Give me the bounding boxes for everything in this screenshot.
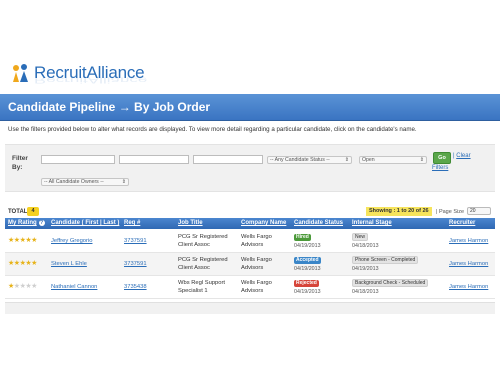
status-date: 04/19/2013	[294, 243, 321, 249]
clear-filters-link[interactable]: | Clear	[453, 153, 471, 159]
star-rating[interactable]: ★★★★★	[8, 237, 37, 245]
status-badge: Accepted	[294, 257, 321, 264]
page-size-label: | Page Size	[436, 209, 465, 215]
company-line2: Advisors	[241, 265, 264, 271]
table-row: ★★★★★ Jeffrey Gregorio 3737591 PCG Sr Regis…	[5, 230, 495, 253]
column-header-req[interactable]: Req #	[124, 220, 140, 226]
go-button[interactable]: Go	[433, 152, 451, 164]
company-line2: Advisors	[241, 242, 264, 248]
recruiter-link[interactable]: James Harmon	[449, 237, 488, 245]
table-row: ★★★★★ Steven L Ehle 3737591 PCG Sr Register…	[5, 253, 495, 276]
candidate-status: Accepted	[294, 256, 321, 264]
showing-range: Showing : 1 to 20 of 26	[366, 207, 432, 216]
candidate-owners-select[interactable]: -- All Candidate Owners -- ⇕	[41, 178, 129, 186]
candidate-status: Hired	[294, 233, 311, 241]
req-number-link[interactable]: 3735438	[124, 283, 147, 291]
job-title-line2: Client Assoc	[178, 242, 210, 248]
open-status-select[interactable]: Open ⇕	[359, 156, 427, 164]
help-icon[interactable]: ?	[38, 220, 45, 226]
candidate-name-link[interactable]: Nathaniel Cannon	[51, 283, 97, 291]
total-count-badge: 4	[27, 207, 39, 216]
company-line1: Wells Fargo	[241, 257, 272, 263]
stage-badge: New	[352, 233, 369, 241]
column-header-stage[interactable]: Internal Stage	[352, 220, 392, 226]
stage-date: 04/19/2013	[352, 266, 379, 272]
candidate-status: Rejected	[294, 279, 319, 287]
rating-star-icon[interactable]: ★	[31, 283, 37, 290]
table-row: ★★★★★ Nathaniel Cannon 3735438 Wbs Regl Sup…	[5, 276, 495, 299]
status-badge: Rejected	[294, 280, 319, 287]
recruiter-link[interactable]: James Harmon	[449, 260, 488, 268]
stage-date: 04/18/2013	[352, 243, 379, 249]
column-header-company[interactable]: Company Name	[241, 220, 286, 226]
logo-reflection: RecruitAlliance	[34, 75, 148, 86]
filter-label: Filter By:	[12, 155, 28, 171]
table-header: My Rating? Candidate ( First | Last ) Re…	[5, 218, 495, 229]
job-title-line1: PCG Sr Registered	[178, 234, 228, 240]
job-title-line1: Wbs Regl Support	[178, 280, 226, 286]
column-header-recruiter[interactable]: Recruiter	[449, 220, 475, 226]
filter-input-1[interactable]	[41, 155, 115, 164]
status-badge: Hired	[294, 234, 311, 241]
page-size-select[interactable]: 20	[467, 207, 491, 215]
candidate-status-select[interactable]: -- Any Candidate Status -- ⇕	[267, 156, 352, 164]
column-header-status[interactable]: Candidate Status	[294, 220, 343, 226]
req-number-link[interactable]: 3737591	[124, 260, 147, 268]
column-header-job-title[interactable]: Job Title	[178, 220, 203, 226]
select-arrow-icon: ⇕	[344, 157, 349, 163]
logo-mark-icon	[10, 62, 32, 84]
req-number-link[interactable]: 3737591	[124, 237, 147, 245]
rating-star-icon[interactable]: ★	[31, 260, 37, 267]
page-title: Candidate Pipeline → By Job Order	[8, 100, 211, 114]
select-arrow-icon: ⇕	[121, 179, 126, 185]
recruiter-link[interactable]: James Harmon	[449, 283, 488, 291]
status-date: 04/19/2013	[294, 289, 321, 295]
internal-stage: New	[352, 233, 369, 241]
filters-link[interactable]: Filters	[432, 165, 448, 171]
page-header: Candidate Pipeline → By Job Order	[0, 94, 500, 121]
filter-input-2[interactable]	[119, 155, 189, 164]
internal-stage: Background Check - Scheduled	[352, 279, 429, 287]
instructions-text: Use the filters provided below to alter …	[8, 126, 417, 133]
rating-star-icon[interactable]: ★	[31, 237, 37, 244]
job-title-line2: Client Assoc	[178, 265, 210, 271]
candidate-name-link[interactable]: Jeffrey Gregorio	[51, 237, 92, 245]
candidate-name-link[interactable]: Steven L Ehle	[51, 260, 87, 268]
column-header-rating[interactable]: My Rating?	[8, 220, 45, 226]
company-line1: Wells Fargo	[241, 280, 272, 286]
filter-panel: Filter By: -- Any Candidate Status -- ⇕ …	[5, 144, 495, 192]
job-title-line1: PCG Sr Registered	[178, 257, 228, 263]
internal-stage: Phone Screen - Completed	[352, 256, 419, 264]
job-title-line2: Specialist 1	[178, 288, 208, 294]
star-rating[interactable]: ★★★★★	[8, 283, 37, 291]
column-header-candidate[interactable]: Candidate ( First | Last )	[51, 220, 119, 226]
company-line2: Advisors	[241, 288, 264, 294]
company-line1: Wells Fargo	[241, 234, 272, 240]
stage-badge: Background Check - Scheduled	[352, 279, 429, 287]
status-date: 04/19/2013	[294, 266, 321, 272]
filter-input-3[interactable]	[193, 155, 263, 164]
select-arrow-icon: ⇕	[419, 157, 424, 163]
stage-badge: Phone Screen - Completed	[352, 256, 419, 264]
table-footer	[5, 302, 495, 314]
stage-date: 04/18/2013	[352, 289, 379, 295]
star-rating[interactable]: ★★★★★	[8, 260, 37, 268]
